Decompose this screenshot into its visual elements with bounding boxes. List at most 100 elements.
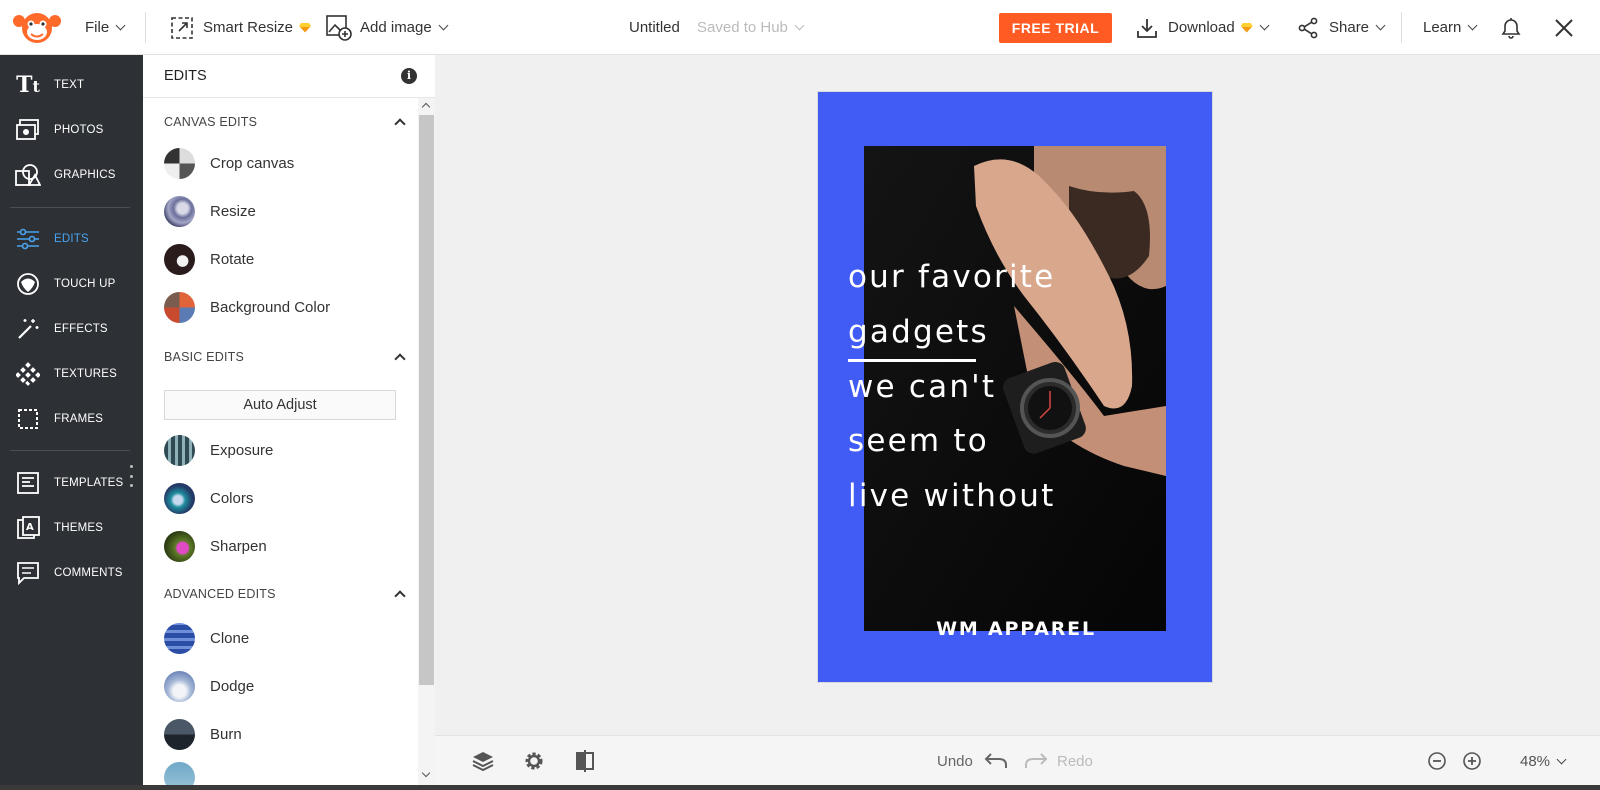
document-title[interactable]: Untitled [629, 0, 680, 55]
section-heading-canvas-edits: CANVAS EDITS [164, 115, 258, 129]
learn-label: Learn [1423, 19, 1462, 36]
collapse-canvas-edits-icon[interactable] [394, 118, 406, 130]
rail-item-templates[interactable]: TEMPLATES [0, 461, 143, 505]
rail-item-label: EFFECTS [54, 323, 108, 335]
collapse-advanced-edits-icon[interactable] [394, 590, 406, 602]
background-color-icon [164, 291, 195, 323]
settings-button[interactable] [522, 736, 546, 786]
redo-button[interactable]: Redo [1023, 736, 1093, 786]
panel-title: EDITS [164, 68, 207, 84]
poster-line-1[interactable]: our favorite [848, 259, 1055, 295]
edit-sharpen[interactable]: Sharpen [164, 526, 414, 566]
top-toolbar: File Smart Resize Add image Untitled Sav… [0, 0, 1600, 55]
zoom-out-icon [1428, 752, 1446, 770]
undo-button[interactable]: Undo [937, 736, 1009, 786]
rail-item-edits[interactable]: EDITS [0, 217, 143, 261]
share-button[interactable]: Share [1297, 0, 1386, 55]
premium-gem-icon [299, 22, 312, 33]
chevron-down-icon [1556, 754, 1567, 764]
close-icon [1555, 18, 1573, 37]
edit-background-color[interactable]: Background Color [164, 287, 414, 327]
notifications-button[interactable] [1498, 0, 1524, 55]
poster-line-5[interactable]: live without [848, 478, 1055, 514]
edits-icon [14, 225, 42, 253]
layers-button[interactable] [471, 736, 495, 786]
poster-underline[interactable] [848, 359, 976, 362]
gear-icon [525, 752, 543, 770]
rail-item-label: GRAPHICS [54, 169, 116, 181]
poster-line-3[interactable]: we can't [848, 369, 996, 405]
scroll-down-icon[interactable] [421, 768, 431, 778]
chevron-down-icon [1375, 20, 1386, 31]
edit-burn[interactable]: Burn [164, 714, 414, 754]
save-status[interactable]: Saved to Hub [697, 0, 805, 55]
divider [1401, 12, 1402, 43]
collapse-basic-edits-icon[interactable] [394, 353, 406, 365]
rail-item-graphics[interactable]: GRAPHICS [0, 153, 143, 197]
layers-icon [472, 752, 494, 772]
colors-icon [164, 482, 195, 514]
photos-icon [14, 116, 42, 144]
free-trial-button[interactable]: FREE TRIAL [999, 13, 1112, 43]
edit-label: Resize [210, 202, 256, 220]
auto-adjust-button[interactable]: Auto Adjust [164, 390, 396, 420]
rail-divider [10, 450, 130, 451]
zoom-in-button[interactable] [1462, 736, 1482, 786]
panel-scrollbar[interactable] [418, 98, 435, 790]
rail-item-label: TEXT [54, 79, 85, 91]
rail-item-effects[interactable]: EFFECTS [0, 307, 143, 351]
edit-label: Rotate [210, 250, 255, 268]
picmonkey-logo[interactable] [12, 0, 62, 55]
compare-icon [576, 750, 594, 772]
info-icon[interactable]: i [401, 68, 417, 84]
frames-icon [14, 405, 42, 433]
divider [145, 12, 146, 43]
scroll-up-icon[interactable] [421, 102, 431, 112]
file-menu[interactable]: File [85, 0, 126, 55]
canvas-workspace[interactable]: our favorite gadgets we can't seem to li… [435, 55, 1600, 735]
zoom-level-dropdown[interactable]: 48% [1520, 736, 1567, 786]
poster-line-4[interactable]: seem to [848, 423, 989, 459]
rail-item-comments[interactable]: COMMENTS [0, 551, 143, 595]
edit-label: Exposure [210, 441, 274, 459]
learn-menu[interactable]: Learn [1423, 0, 1478, 55]
rail-item-label: PHOTOS [54, 124, 104, 136]
scroll-thumb[interactable] [419, 115, 434, 685]
rail-item-touch-up[interactable]: TOUCH UP [0, 262, 143, 306]
rail-item-photos[interactable]: PHOTOS [0, 108, 143, 152]
close-button[interactable] [1554, 0, 1574, 55]
download-button[interactable]: Download [1136, 0, 1270, 55]
smart-resize-button[interactable]: Smart Resize [171, 0, 312, 55]
zoom-out-button[interactable] [1427, 736, 1447, 786]
redo-icon [1025, 753, 1048, 768]
edit-resize[interactable]: Resize [164, 191, 414, 231]
burn-icon [164, 718, 195, 750]
edit-colors[interactable]: Colors [164, 478, 414, 518]
rail-item-textures[interactable]: TEXTURES [0, 352, 143, 396]
templates-icon [14, 469, 42, 497]
rail-item-frames[interactable]: FRAMES [0, 397, 143, 441]
rail-item-text[interactable]: Tt TEXT [0, 63, 143, 107]
poster-brand-text[interactable]: WM APPAREL [818, 618, 1212, 640]
themes-icon: A [14, 514, 42, 542]
compare-button[interactable] [574, 736, 596, 786]
resize-icon [171, 16, 193, 39]
edit-rotate[interactable]: Rotate [164, 239, 414, 279]
add-image-button[interactable]: Add image [326, 0, 449, 55]
save-status-label: Saved to Hub [697, 19, 788, 36]
file-menu-label: File [85, 19, 110, 36]
edit-label: Sharpen [210, 537, 267, 555]
chevron-down-icon [115, 20, 126, 31]
edit-exposure[interactable]: Exposure [164, 430, 414, 470]
section-heading-basic-edits: BASIC EDITS [164, 350, 244, 364]
rail-item-label: TOUCH UP [54, 278, 116, 290]
edit-crop-canvas[interactable]: Crop canvas [164, 143, 414, 183]
redo-label: Redo [1057, 752, 1093, 770]
undo-label: Undo [937, 752, 973, 770]
poster-line-2[interactable]: gadgets [848, 314, 989, 350]
design-canvas[interactable]: our favorite gadgets we can't seem to li… [817, 91, 1213, 683]
edit-dodge[interactable]: Dodge [164, 666, 414, 706]
edit-label: Clone [210, 629, 250, 647]
edit-clone[interactable]: Clone [164, 618, 414, 658]
rail-item-themes[interactable]: A THEMES [0, 506, 143, 550]
